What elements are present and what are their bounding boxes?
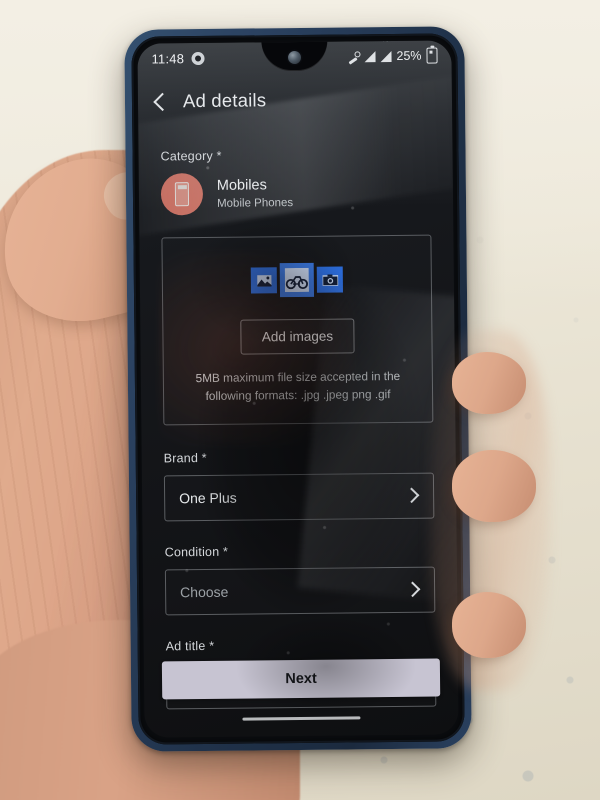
brand-label: Brand *	[163, 450, 207, 465]
category-selected-row[interactable]: Mobiles Mobile Phones	[160, 171, 431, 216]
status-bar-left: 11:48	[151, 50, 205, 67]
photo-scene: 11:48 25% Ad deta	[0, 0, 600, 800]
mobile-phone-glyph	[174, 182, 190, 207]
signal-bars-icon	[364, 50, 376, 62]
status-bar-right: 25%	[346, 47, 438, 65]
app-bar: Ad details	[138, 74, 452, 125]
status-time: 11:48	[151, 50, 185, 67]
upload-hint-text: 5MB maximum file size accepted in the fo…	[195, 368, 401, 404]
upload-illustration	[177, 262, 417, 299]
finger-ring	[452, 592, 526, 658]
chevron-left-icon[interactable]	[153, 92, 172, 112]
add-images-button[interactable]: Add images	[240, 318, 355, 355]
brand-select[interactable]: One Plus	[163, 472, 435, 521]
condition-select[interactable]: Choose	[164, 566, 436, 615]
front-camera-icon	[287, 50, 302, 65]
camera-icon	[316, 266, 343, 293]
condition-label: Condition *	[164, 544, 229, 559]
phone-screen: 11:48 25% Ad deta	[137, 40, 459, 738]
vibrate-icon	[346, 50, 359, 63]
landscape-image-icon	[250, 267, 277, 294]
page-title: Ad details	[182, 89, 267, 112]
brand-value: One Plus	[179, 489, 237, 506]
finger-index	[452, 352, 526, 414]
category-subtitle: Mobile Phones	[216, 197, 294, 210]
battery-icon	[426, 47, 438, 64]
category-label: Category *	[160, 148, 222, 164]
notification-dot-icon	[191, 51, 205, 65]
signal-4g-icon	[380, 50, 392, 62]
condition-placeholder: Choose	[180, 583, 229, 600]
phone-device: 11:48 25% Ad deta	[124, 26, 472, 752]
bicycle-icon	[279, 262, 315, 298]
mobile-phone-icon	[160, 172, 204, 216]
next-button[interactable]: Next	[161, 658, 441, 700]
ad-title-label: Ad title *	[165, 638, 215, 653]
category-text-block: Mobiles Mobile Phones	[217, 177, 293, 210]
image-upload-area[interactable]: Add images 5MB maximum file size accepte…	[161, 234, 434, 425]
chevron-right-icon	[403, 487, 420, 504]
finger-middle	[452, 450, 536, 522]
battery-percent: 25%	[396, 48, 422, 63]
footer-action-bar: Next	[144, 658, 458, 700]
ad-details-form: Category * Mobiles Mobile Phones Add ima…	[138, 124, 458, 737]
chevron-right-icon	[404, 581, 421, 598]
category-name: Mobiles	[216, 177, 267, 194]
